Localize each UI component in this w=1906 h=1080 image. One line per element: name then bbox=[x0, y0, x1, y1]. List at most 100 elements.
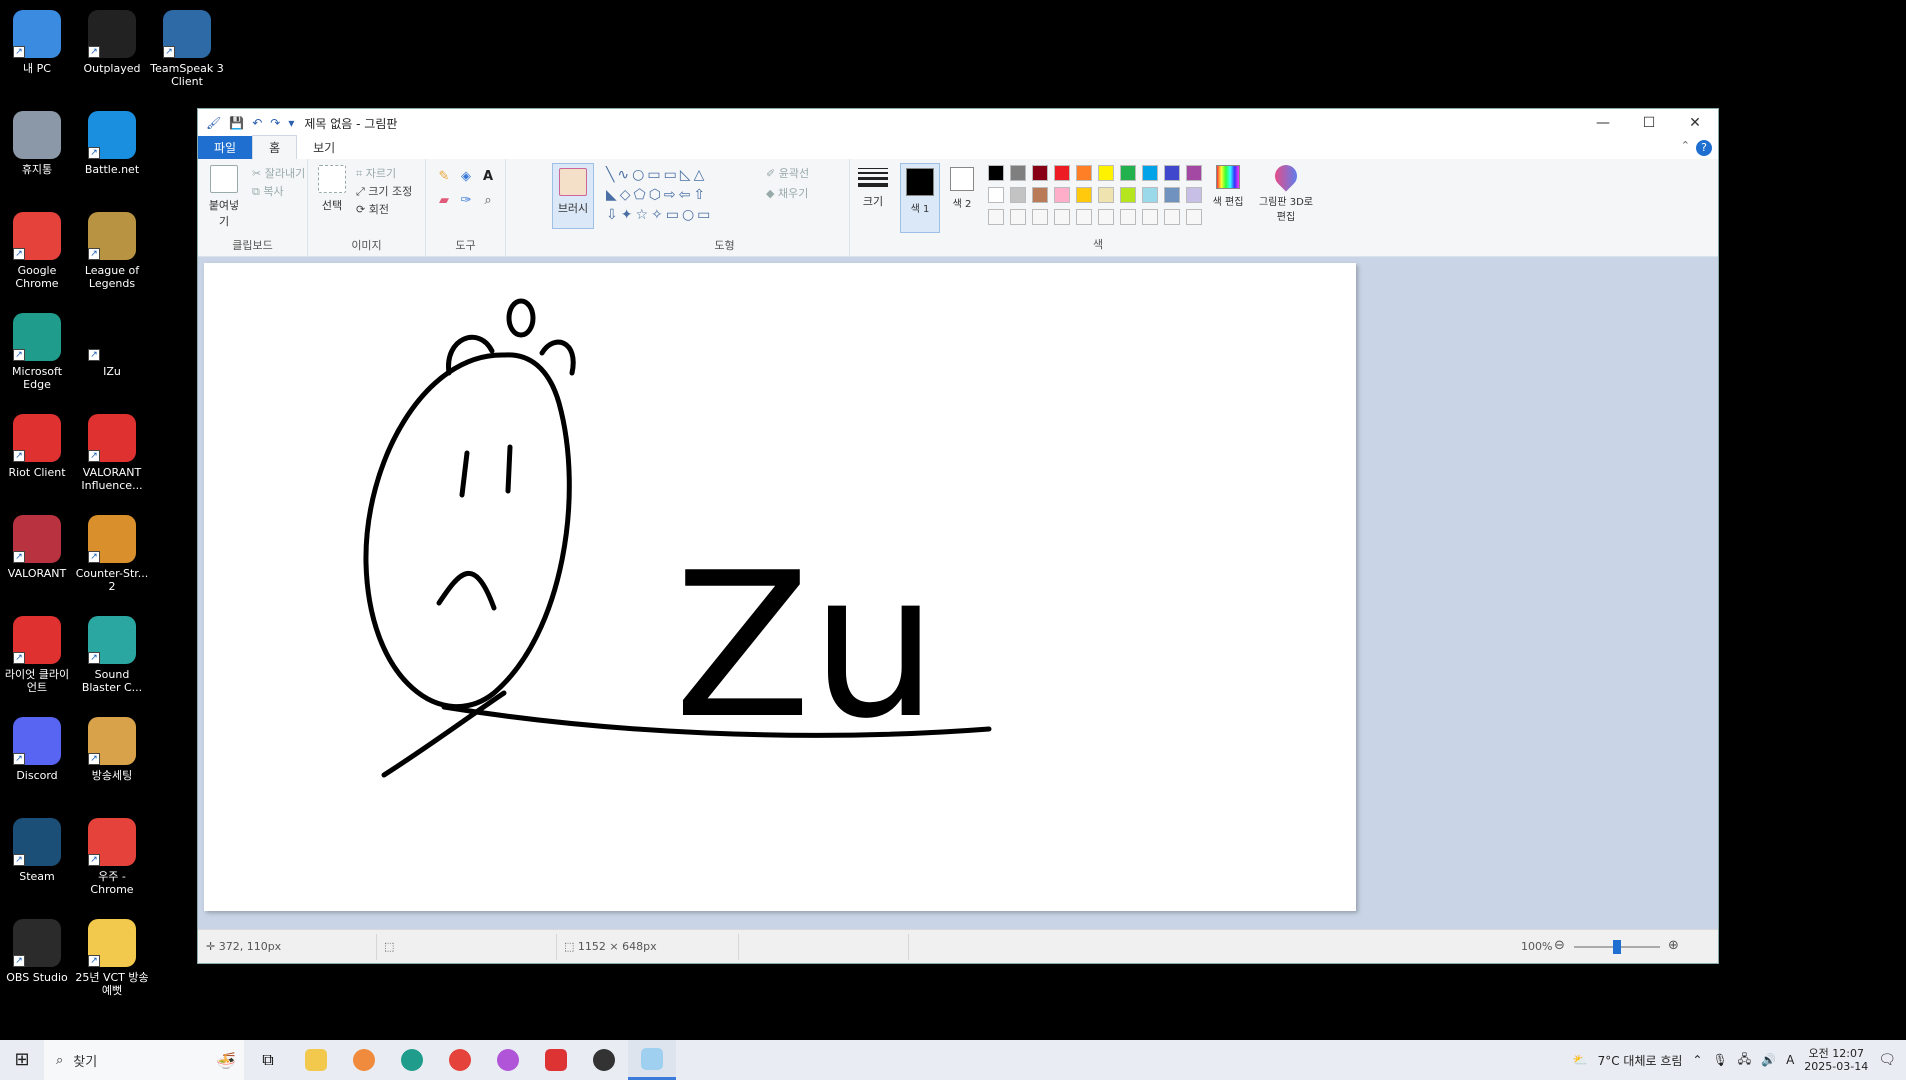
desktop-icon[interactable]: ↗ 내 PC bbox=[0, 10, 74, 75]
custom-color-slot[interactable] bbox=[1032, 209, 1048, 225]
desktop-icon[interactable]: ↗ Google Chrome bbox=[0, 212, 74, 290]
custom-color-slot[interactable] bbox=[1076, 209, 1092, 225]
desktop-icon[interactable]: ↗ 라이엇 클라이언트 bbox=[0, 616, 74, 694]
palette-swatch[interactable] bbox=[1164, 187, 1180, 203]
taskbar-app-10[interactable] bbox=[580, 1040, 628, 1080]
zoom-out-icon[interactable]: ⊖ bbox=[1554, 938, 1565, 953]
rotate-button[interactable]: ⟳ 회전 bbox=[356, 201, 389, 217]
custom-color-slot[interactable] bbox=[988, 209, 1004, 225]
taskbar-chrome[interactable] bbox=[436, 1040, 484, 1080]
custom-color-slot[interactable] bbox=[1010, 209, 1026, 225]
help-icon[interactable]: ? bbox=[1696, 140, 1712, 156]
taskbar-app-5[interactable] bbox=[340, 1040, 388, 1080]
palette-swatch[interactable] bbox=[1142, 187, 1158, 203]
custom-color-slot[interactable] bbox=[1164, 209, 1180, 225]
palette-swatch[interactable] bbox=[1010, 165, 1026, 181]
palette-swatch[interactable] bbox=[1142, 165, 1158, 181]
palette-swatch[interactable] bbox=[1164, 165, 1180, 181]
custom-color-slot[interactable] bbox=[1098, 209, 1114, 225]
palette-swatch[interactable] bbox=[1054, 187, 1070, 203]
taskbar-edge[interactable] bbox=[388, 1040, 436, 1080]
desktop-icon[interactable]: ↗ Counter-Str... 2 bbox=[75, 515, 149, 593]
zoom-in-icon[interactable]: ⊕ bbox=[1668, 938, 1679, 953]
desktop-icon[interactable]: ↗ OBS Studio bbox=[0, 919, 74, 984]
customize-qa-icon[interactable]: ▾ bbox=[288, 116, 294, 130]
desktop-icon[interactable]: 휴지통 bbox=[0, 111, 74, 176]
microphone-icon[interactable]: 🎙 bbox=[1712, 1053, 1727, 1067]
magnifier-icon[interactable]: ⌕ bbox=[480, 193, 496, 209]
taskbar-paint[interactable] bbox=[628, 1040, 676, 1080]
desktop-icon[interactable]: ↗ Microsoft Edge bbox=[0, 313, 74, 391]
custom-color-slot[interactable] bbox=[1054, 209, 1070, 225]
ime-indicator[interactable]: A bbox=[1786, 1053, 1794, 1067]
weather-icon[interactable]: ⛅ bbox=[1573, 1053, 1588, 1067]
size-button[interactable]: 크기 bbox=[854, 165, 892, 209]
desktop-icon[interactable]: ↗ 우주 - Chrome bbox=[75, 818, 149, 896]
custom-color-slot[interactable] bbox=[1186, 209, 1202, 225]
desktop-icon[interactable]: ↗ VALORANT Influence... bbox=[75, 414, 149, 492]
palette-swatch[interactable] bbox=[1032, 165, 1048, 181]
tray-overflow-icon[interactable]: ⌃ bbox=[1692, 1053, 1702, 1067]
palette-swatch[interactable] bbox=[1098, 187, 1114, 203]
cut-button[interactable]: ✂ 잘라내기 bbox=[252, 165, 305, 181]
palette-swatch[interactable] bbox=[1120, 165, 1136, 181]
desktop-icon[interactable]: ↗ TeamSpeak 3 Client bbox=[150, 10, 224, 88]
desktop-icon[interactable]: ↗ VALORANT bbox=[0, 515, 74, 580]
taskbar-search[interactable]: ⌕ 찾기 🍜 bbox=[44, 1040, 244, 1080]
desktop-icon[interactable]: ↗ Sound Blaster C... bbox=[75, 616, 149, 694]
edit-colors-button[interactable]: 색 편집 bbox=[1210, 165, 1246, 208]
desktop-icon[interactable]: ↗ Discord bbox=[0, 717, 74, 782]
drawing-canvas[interactable]: Zu bbox=[204, 263, 1356, 911]
taskbar-chrome-profile[interactable] bbox=[484, 1040, 532, 1080]
palette-swatch[interactable] bbox=[1010, 187, 1026, 203]
palette-swatch[interactable] bbox=[1032, 187, 1048, 203]
task-view-button[interactable]: ⧉ bbox=[244, 1040, 292, 1080]
fill-icon[interactable]: ◈ bbox=[458, 169, 474, 185]
notification-icon[interactable]: 🗨 bbox=[1878, 1052, 1896, 1068]
desktop-icon[interactable]: ↗ Riot Client bbox=[0, 414, 74, 479]
network-icon[interactable]: 🖧 bbox=[1738, 1050, 1751, 1071]
paint3d-button[interactable]: 그림판 3D로 편집 bbox=[1256, 160, 1316, 223]
palette-swatch[interactable] bbox=[988, 165, 1004, 181]
close-button[interactable]: ✕ bbox=[1672, 109, 1718, 137]
shapes-gallery[interactable]: ╲∿○▭▭◺△ ◣◇⬠⬡⇨⇦⇧ ⇩✦☆✧▭○▭ bbox=[606, 165, 756, 225]
pencil-icon[interactable]: ✎ bbox=[436, 169, 452, 185]
resize-button[interactable]: ⤢ 크기 조정 bbox=[356, 183, 412, 199]
taskbar-valorant[interactable] bbox=[532, 1040, 580, 1080]
collapse-ribbon-icon[interactable]: ⌃ bbox=[1681, 139, 1690, 152]
start-button[interactable]: ⊞ bbox=[0, 1040, 44, 1080]
palette-swatch[interactable] bbox=[1098, 165, 1114, 181]
redo-icon[interactable]: ↷ bbox=[270, 116, 280, 130]
palette-swatch[interactable] bbox=[1120, 187, 1136, 203]
volume-icon[interactable]: 🔊 bbox=[1761, 1053, 1776, 1067]
crop-button[interactable]: ⌗ 자르기 bbox=[356, 165, 396, 181]
clock[interactable]: 오전 12:07 2025-03-14 bbox=[1804, 1047, 1868, 1073]
desktop-icon[interactable]: ↗ 방송세팅 bbox=[75, 717, 149, 782]
eraser-icon[interactable]: ▰ bbox=[436, 193, 452, 209]
palette-swatch[interactable] bbox=[1076, 187, 1092, 203]
taskbar-file-explorer[interactable] bbox=[292, 1040, 340, 1080]
fill-button[interactable]: ◆ 채우기 bbox=[766, 185, 808, 201]
minimize-button[interactable]: — bbox=[1580, 109, 1626, 137]
custom-color-slot[interactable] bbox=[1142, 209, 1158, 225]
palette-swatch[interactable] bbox=[1054, 165, 1070, 181]
palette-swatch[interactable] bbox=[1186, 187, 1202, 203]
text-tool-icon[interactable]: A bbox=[480, 169, 496, 185]
desktop-icon[interactable]: ↗ Outplayed bbox=[75, 10, 149, 75]
paste-button[interactable]: 붙여넣기 bbox=[204, 165, 244, 229]
desktop-icon[interactable]: ↗ Battle.net bbox=[75, 111, 149, 176]
color2-button[interactable]: 색 2 bbox=[944, 167, 980, 210]
desktop-icon[interactable]: ↗ Steam bbox=[0, 818, 74, 883]
zoom-slider[interactable] bbox=[1574, 940, 1660, 954]
palette-swatch[interactable] bbox=[1076, 165, 1092, 181]
tab-file[interactable]: 파일 bbox=[198, 136, 253, 159]
weather-text[interactable]: 7°C 대체로 흐림 bbox=[1598, 1052, 1683, 1069]
undo-icon[interactable]: ↶ bbox=[252, 116, 262, 130]
palette-swatch[interactable] bbox=[988, 187, 1004, 203]
brushes-button[interactable]: 브러시 bbox=[552, 163, 594, 229]
select-button[interactable]: 선택 bbox=[314, 165, 350, 213]
color-picker-icon[interactable]: ✑ bbox=[458, 193, 474, 209]
desktop-icon[interactable]: ↗ IZu bbox=[75, 313, 149, 378]
zoom-slider-thumb[interactable] bbox=[1613, 940, 1621, 954]
desktop-icon[interactable]: ↗ 25년 VCT 방송 예뻣 bbox=[75, 919, 149, 997]
